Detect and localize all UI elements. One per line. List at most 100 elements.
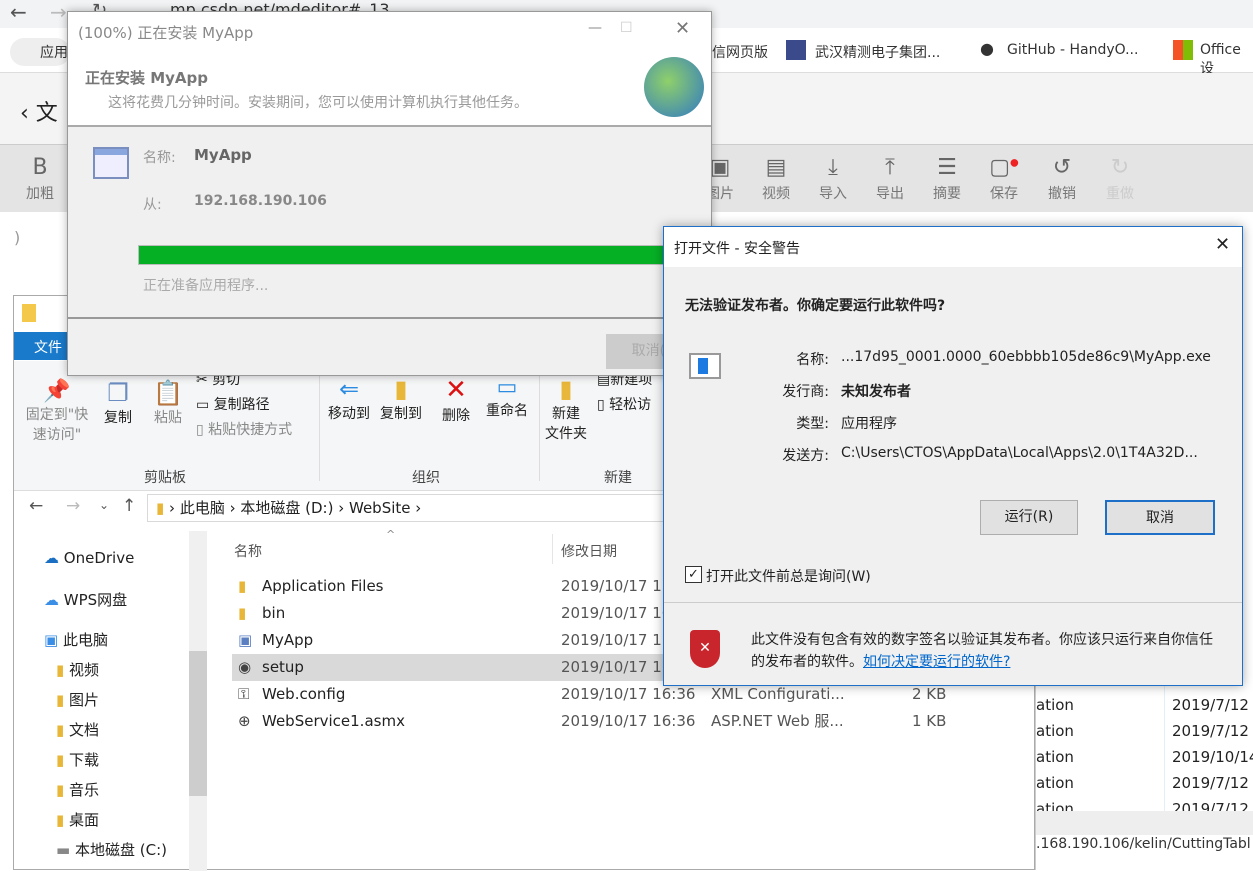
drive-icon: ▬ bbox=[56, 841, 71, 859]
group-organize: 组织 bbox=[412, 470, 440, 486]
name-label: 名称: bbox=[143, 150, 176, 166]
row-date: 2019/7/12 bbox=[1172, 696, 1249, 714]
easy-access-label: 轻松访 bbox=[609, 397, 652, 413]
export-button[interactable]: ⤒ 导出 bbox=[868, 155, 912, 203]
security-warning-dialog: 打开文件 - 安全警告 ✕ 无法验证发布者。你确定要运行此软件吗? 名称: ..… bbox=[663, 226, 1243, 686]
recent-icon[interactable]: ⌄ bbox=[99, 498, 109, 512]
delete-button[interactable]: ✕ 删除 bbox=[436, 375, 476, 425]
group-clipboard: 剪贴板 bbox=[144, 470, 186, 486]
shield-error-icon: ✕ bbox=[690, 630, 720, 668]
pc-icon: ▣ bbox=[44, 631, 59, 649]
nav-wps[interactable]: ☁ WPS网盘 bbox=[44, 589, 127, 610]
video-button[interactable]: ▤ 视频 bbox=[754, 155, 798, 203]
file-icon: ⚿ bbox=[238, 685, 250, 703]
editor-back[interactable]: ‹ 文 bbox=[20, 95, 58, 127]
paste-shortcut-button[interactable]: ▯ 粘贴快捷方式 bbox=[196, 419, 292, 439]
bookmark[interactable]: 信网页版 bbox=[712, 42, 768, 62]
new-folder-button[interactable]: ▮ 新建 文件夹 bbox=[544, 375, 588, 443]
nav-this-pc[interactable]: ▣ 此电脑 bbox=[44, 629, 108, 650]
nav-videos[interactable]: ▮ 视频 bbox=[56, 659, 99, 680]
bookmark[interactable]: 应用 bbox=[40, 42, 68, 62]
delete-icon: ✕ bbox=[445, 375, 467, 405]
forward-icon[interactable]: → bbox=[50, 0, 67, 24]
progress-bar bbox=[138, 245, 713, 265]
column-name[interactable]: 名称 bbox=[234, 541, 262, 561]
name-label: 名称: bbox=[796, 352, 829, 368]
window-title: (100%) 正在安装 MyApp bbox=[78, 24, 254, 42]
always-ask-checkbox[interactable]: ✓ bbox=[685, 566, 702, 583]
close-button[interactable]: ✕ bbox=[1215, 234, 1230, 255]
save-button[interactable]: ▢● 保存 bbox=[982, 155, 1026, 203]
copy-icon: ❐ bbox=[107, 379, 129, 407]
maximize-button[interactable]: ☐ bbox=[620, 20, 633, 36]
nav-scrollbar[interactable] bbox=[189, 531, 207, 871]
back-icon[interactable]: ← bbox=[10, 0, 27, 24]
paste-button[interactable]: 📋 粘贴 bbox=[148, 379, 188, 427]
navigation-pane: ☁ OneDrive ☁ WPS网盘 ▣ 此电脑 ▮ 视频 ▮ 图片 ▮ 文档 … bbox=[14, 531, 209, 871]
checkbox-label[interactable]: 打开此文件前总是询问(W) bbox=[706, 566, 871, 586]
crumb[interactable]: WebSite bbox=[349, 499, 411, 517]
folder-icon bbox=[22, 304, 36, 322]
column-date[interactable]: 修改日期 bbox=[561, 541, 617, 561]
bold-icon: B bbox=[32, 155, 48, 180]
cloud-icon: ☁ bbox=[44, 549, 59, 567]
folder-icon: ▮ bbox=[56, 721, 65, 739]
folder-icon: ▮ bbox=[56, 661, 65, 679]
save-icon: ▢● bbox=[989, 155, 1019, 180]
nav-onedrive[interactable]: ☁ OneDrive bbox=[44, 549, 134, 567]
bookmark[interactable]: 武汉精测电子集团... bbox=[815, 42, 940, 62]
redo-icon: ↻ bbox=[1110, 155, 1130, 180]
name-value: MyApp bbox=[194, 146, 252, 164]
nav-forward-icon[interactable]: → bbox=[66, 496, 80, 516]
paste-label: 粘贴 bbox=[154, 410, 182, 426]
import-button[interactable]: ⤓ 导入 bbox=[811, 155, 855, 203]
nav-downloads[interactable]: ▮ 下载 bbox=[56, 749, 99, 770]
copy-to-button[interactable]: ▮ 复制到 bbox=[376, 375, 426, 423]
new-folder-label: 新建 文件夹 bbox=[545, 406, 587, 442]
question: 无法验证发布者。你确定要运行此软件吗? bbox=[685, 298, 946, 314]
summary-button[interactable]: ☰ 摘要 bbox=[925, 155, 969, 203]
redo-button[interactable]: ↻ 重做 bbox=[1098, 155, 1142, 203]
office-icon bbox=[1173, 40, 1193, 60]
undo-icon: ↺ bbox=[1052, 155, 1072, 180]
file-date: 2019/10/17 17 bbox=[561, 658, 672, 676]
install-heading: 正在安装 MyApp bbox=[85, 69, 209, 87]
from-label: 发送方: bbox=[782, 448, 829, 464]
pin-button[interactable]: 📌 固定到"快速访问" bbox=[22, 379, 92, 444]
bold-button[interactable]: B 加粗 bbox=[18, 155, 62, 203]
minimize-button[interactable]: — bbox=[588, 20, 602, 36]
nav-documents[interactable]: ▮ 文档 bbox=[56, 719, 99, 740]
nav-label: 文档 bbox=[69, 721, 100, 739]
nav-desktop[interactable]: ▮ 桌面 bbox=[56, 809, 99, 830]
easy-access-button[interactable]: ▯ 轻松访 bbox=[597, 394, 651, 414]
folder-icon: ▮ bbox=[56, 691, 65, 709]
run-button[interactable]: 运行(R) bbox=[980, 500, 1078, 535]
crumb[interactable]: 此电脑 bbox=[180, 499, 225, 517]
summary-icon: ☰ bbox=[937, 155, 957, 180]
td-icon bbox=[786, 40, 806, 60]
undo-button[interactable]: ↺ 撤销 bbox=[1040, 155, 1084, 203]
tool-label: 导出 bbox=[876, 186, 904, 202]
tool-label: 加粗 bbox=[26, 186, 54, 202]
nav-up-icon[interactable]: ↑ bbox=[122, 496, 136, 516]
copy-button[interactable]: ❐ 复制 bbox=[98, 379, 138, 427]
close-button[interactable]: ✕ bbox=[675, 18, 690, 39]
tab-file[interactable]: 文件 bbox=[34, 337, 62, 357]
help-link[interactable]: 如何决定要运行的软件? bbox=[863, 654, 1010, 670]
cancel-button[interactable]: 取消 bbox=[1105, 500, 1215, 535]
nav-back-icon[interactable]: ← bbox=[29, 496, 43, 516]
type-label: 类型: bbox=[796, 416, 829, 432]
nav-pictures[interactable]: ▮ 图片 bbox=[56, 689, 99, 710]
bookmark[interactable]: GitHub - HandyO... bbox=[1007, 42, 1138, 58]
copy-path-button[interactable]: ▭ 复制路径 bbox=[196, 394, 270, 414]
nav-music[interactable]: ▮ 音乐 bbox=[56, 779, 99, 800]
rename-button[interactable]: ▭ 重命名 bbox=[482, 375, 532, 420]
nav-drive-c[interactable]: ▬ 本地磁盘 (C:) bbox=[56, 839, 167, 860]
crumb[interactable]: 本地磁盘 (D:) bbox=[240, 499, 333, 517]
copy-to-icon: ▮ bbox=[394, 375, 408, 403]
move-to-button[interactable]: ⇐ 移动到 bbox=[324, 375, 374, 423]
editor-text: ) bbox=[14, 228, 21, 247]
from-value: 192.168.190.106 bbox=[194, 193, 327, 209]
app-icon bbox=[93, 147, 129, 179]
file-row[interactable]: ⊕ WebService1.asmx 2019/10/17 16:36 ASP.… bbox=[232, 708, 1037, 735]
